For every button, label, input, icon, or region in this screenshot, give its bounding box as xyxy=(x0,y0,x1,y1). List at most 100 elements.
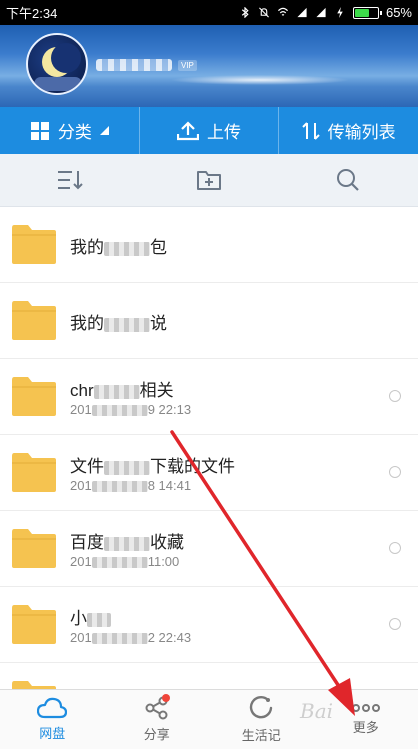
file-name-start: 小 xyxy=(70,609,87,628)
category-label: 分类 xyxy=(57,123,92,142)
mute-icon xyxy=(258,7,269,18)
status-bar: 下午2:34 65% xyxy=(0,0,418,25)
username-blurred xyxy=(96,59,172,71)
folder-icon xyxy=(12,529,56,568)
file-date: 201 11:00 xyxy=(70,554,179,569)
blurred-text xyxy=(91,405,148,417)
dropdown-triangle-icon xyxy=(99,126,109,135)
blurred-text xyxy=(104,536,150,551)
folder-icon xyxy=(12,377,56,416)
new-folder-icon xyxy=(196,171,221,190)
file-date-prefix: 201 xyxy=(70,402,92,417)
vip-badge: VIP xyxy=(178,59,197,71)
transfer-list-label: 传输列表 xyxy=(327,123,396,142)
folder-icon xyxy=(12,225,56,264)
upload-icon xyxy=(177,120,199,140)
file-date: 201 8 14:41 xyxy=(70,478,191,493)
action-bar: 分类 上传 传输列表 xyxy=(0,107,418,154)
nav-share-label: 分享 xyxy=(143,727,170,742)
search-icon xyxy=(337,169,360,191)
select-checkbox[interactable] xyxy=(389,618,401,630)
file-list: 我的包 我的说 chr 相关 201 9 22:13 文件 下载的文件 201 8 14… xyxy=(0,207,418,689)
transfer-list-button[interactable]: 传输列表 xyxy=(278,107,418,154)
file-name: chr 相关 xyxy=(70,376,174,401)
transfer-icon xyxy=(301,121,320,140)
blurred-text xyxy=(87,612,111,627)
grid-icon xyxy=(30,121,49,140)
nav-life-record[interactable]: 生活记 xyxy=(209,690,314,749)
sort-button[interactable] xyxy=(0,154,139,206)
nav-more-label: 更多 xyxy=(352,720,379,735)
avatar[interactable] xyxy=(26,33,88,95)
battery-percent: 65% xyxy=(385,5,412,20)
file-name-end: 相关 xyxy=(139,381,174,400)
file-date-prefix: 201 xyxy=(70,630,92,645)
select-checkbox[interactable] xyxy=(389,542,401,554)
profile-banner: VIP xyxy=(0,25,418,107)
category-button[interactable]: 分类 xyxy=(0,107,139,154)
file-name-start: chr xyxy=(70,381,94,400)
nav-share[interactable]: 分享 xyxy=(105,690,210,749)
file-name: 小 xyxy=(70,604,111,629)
nav-netdisk[interactable]: 网盘 xyxy=(0,690,105,749)
cloud-icon xyxy=(37,697,68,719)
file-name-end: 收藏 xyxy=(150,533,184,552)
nav-netdisk-label: 网盘 xyxy=(39,726,66,741)
folder-icon xyxy=(12,605,56,644)
file-name-end: 包 xyxy=(150,238,167,257)
file-date-time: 9 22:13 xyxy=(147,402,192,417)
file-row[interactable]: 我的 包 xyxy=(0,207,418,283)
file-date-time: 11:00 xyxy=(147,554,180,569)
nav-life-record-label: 生活记 xyxy=(241,728,281,743)
file-name: 我的 说 xyxy=(70,309,167,334)
blurred-text xyxy=(91,633,148,645)
file-name-start: 百度 xyxy=(70,533,104,552)
username[interactable]: VIP xyxy=(96,57,197,73)
file-row[interactable]: 文件 下载的文件 201 8 14:41 xyxy=(0,435,418,511)
file-date-time: 8 14:41 xyxy=(147,478,192,493)
file-name: 文件 下载的文件 xyxy=(70,452,235,477)
sort-icon xyxy=(57,171,83,190)
charging-icon xyxy=(337,7,343,18)
signal-icon xyxy=(297,7,307,18)
blurred-text xyxy=(104,317,150,332)
search-button[interactable] xyxy=(279,154,418,206)
file-row[interactable]: chr 相关 201 9 22:13 xyxy=(0,359,418,435)
folder-icon xyxy=(12,453,56,492)
blurred-text xyxy=(104,241,150,256)
file-row[interactable]: 小 201 2 22:43 xyxy=(0,587,418,663)
select-checkbox[interactable] xyxy=(389,466,401,478)
select-checkbox[interactable] xyxy=(389,390,401,402)
file-name-start: 文件 xyxy=(70,457,104,476)
upload-button[interactable]: 上传 xyxy=(138,107,279,154)
clock: 下午2:34 xyxy=(6,6,58,21)
blurred-text xyxy=(104,460,150,475)
file-row[interactable]: 百度 收藏 201 11:00 xyxy=(0,511,418,587)
signal-icon xyxy=(316,7,326,18)
more-icon xyxy=(351,704,380,712)
watermark: Bai xyxy=(300,699,334,723)
file-name-start: 我的 xyxy=(70,314,104,333)
file-name-start: 我的 xyxy=(70,238,104,257)
file-date-time: 2 22:43 xyxy=(147,630,192,645)
bottom-nav: 网盘 分享 生活记 更多 xyxy=(0,689,418,749)
folder-icon xyxy=(12,301,56,340)
file-row[interactable]: 我的 说 xyxy=(0,283,418,359)
blurred-text xyxy=(93,384,140,399)
file-name: 百度 收藏 xyxy=(70,528,184,553)
battery-icon xyxy=(352,6,382,19)
file-toolbar xyxy=(0,154,418,207)
folder-icon xyxy=(12,681,56,689)
file-date-prefix: 201 xyxy=(70,554,92,569)
upload-label: 上传 xyxy=(207,123,241,142)
file-date: 201 9 22:13 xyxy=(70,402,191,417)
wifi-icon xyxy=(277,7,288,16)
new-folder-button[interactable] xyxy=(139,154,278,206)
life-record-icon xyxy=(250,695,273,719)
file-name-end: 下载的文件 xyxy=(150,457,235,476)
blurred-text xyxy=(91,481,148,493)
file-name-end: 说 xyxy=(150,314,167,333)
file-row[interactable]: 11 xyxy=(0,663,418,689)
blurred-text xyxy=(91,557,148,569)
notification-dot xyxy=(161,694,170,702)
